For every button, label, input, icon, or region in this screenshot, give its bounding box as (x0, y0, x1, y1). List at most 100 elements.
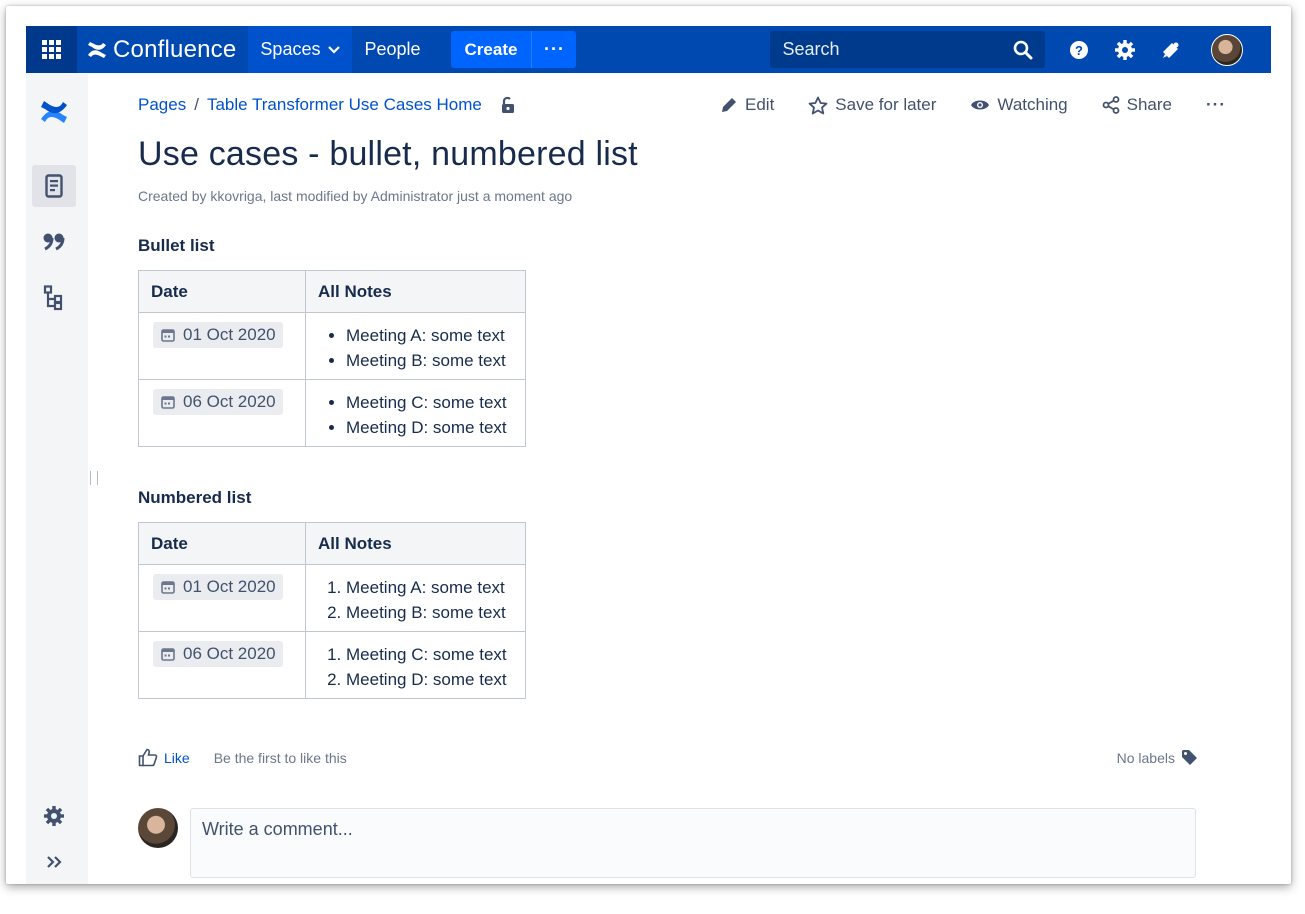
breadcrumb-pages-link[interactable]: Pages (138, 95, 186, 115)
confluence-logo-icon (88, 41, 106, 58)
comment-input[interactable]: Write a comment... (190, 808, 1196, 878)
like-bar: Like Be the first to like this No labels (138, 748, 1198, 767)
confluence-logo[interactable]: Confluence (77, 26, 249, 73)
settings-gear-icon[interactable] (1113, 38, 1137, 62)
star-icon (808, 96, 828, 114)
search-icon (1014, 40, 1033, 59)
column-header-date: Date (138, 522, 306, 565)
commenter-avatar (138, 808, 178, 848)
like-button[interactable]: Like (138, 748, 190, 767)
bullet-list: Meeting C: some text Meeting D: some tex… (306, 390, 525, 440)
column-header-notes: All Notes (305, 270, 526, 313)
chevron-down-icon (328, 45, 341, 54)
app-grid-icon (42, 40, 61, 59)
labels-area[interactable]: No labels (1117, 749, 1198, 766)
edit-label: Edit (745, 95, 775, 114)
date-text: 06 Oct 2020 (183, 392, 276, 411)
double-chevron-right-icon (47, 856, 62, 868)
people-label: People (364, 39, 421, 59)
thumbs-up-icon (138, 748, 158, 767)
breadcrumb-separator: / (194, 95, 199, 114)
list-item: Meeting B: some text (346, 600, 525, 625)
date-lozenge[interactable]: 01 Oct 2020 (153, 322, 283, 348)
list-item: Meeting A: some text (346, 323, 525, 348)
bullet-list-table: Date All Notes 01 Oct 2020 Meeting A: so… (138, 270, 526, 447)
sidebar-page-tree[interactable] (32, 277, 76, 319)
logo-text: Confluence (113, 35, 237, 63)
calendar-icon (161, 329, 175, 342)
table-row: 01 Oct 2020 Meeting A: some text Meeting… (138, 312, 526, 380)
unlock-icon[interactable] (500, 96, 516, 114)
no-labels-text: No labels (1116, 749, 1175, 766)
notes-cell: Meeting A: some text Meeting B: some tex… (305, 564, 526, 632)
page-byline: Created by kkovriga, last modified by Ad… (138, 188, 573, 204)
bullet-list-heading: Bullet list (138, 236, 215, 255)
list-item: Meeting A: some text (346, 575, 525, 600)
browser-frame: Confluence Spaces People Create ··· Sear… (6, 6, 1291, 884)
calendar-icon (161, 581, 175, 594)
date-cell: 01 Oct 2020 (138, 312, 306, 380)
edit-button[interactable]: Edit (720, 95, 774, 115)
create-more-button[interactable]: ··· (531, 31, 577, 68)
list-item: Meeting C: some text (346, 390, 525, 415)
space-settings-button[interactable] (32, 795, 76, 837)
date-cell: 06 Oct 2020 (138, 379, 306, 447)
notifications-megaphone-icon[interactable] (1159, 38, 1183, 62)
page-icon (45, 174, 63, 198)
column-header-notes: All Notes (305, 522, 526, 565)
gear-icon (44, 806, 64, 826)
sidebar-resize-handle[interactable] (90, 471, 98, 485)
watching-label: Watching (997, 95, 1068, 114)
breadcrumb-parent-link[interactable]: Table Transformer Use Cases Home (207, 95, 482, 115)
comment-placeholder: Write a comment... (202, 819, 353, 839)
share-button[interactable]: Share (1102, 95, 1172, 115)
calendar-icon (161, 396, 175, 409)
tag-icon (1182, 750, 1197, 765)
list-item: Meeting D: some text (346, 415, 525, 440)
eye-icon (971, 100, 990, 110)
search-input[interactable]: Search (770, 31, 1046, 68)
save-for-later-button[interactable]: Save for later (808, 95, 936, 115)
confluence-space-icon (41, 101, 67, 123)
watching-button[interactable]: Watching (970, 95, 1068, 115)
date-lozenge[interactable]: 01 Oct 2020 (153, 574, 283, 600)
date-lozenge[interactable]: 06 Oct 2020 (153, 641, 283, 667)
list-item: Meeting B: some text (346, 348, 525, 373)
numbered-list-heading: Numbered list (138, 488, 252, 507)
more-actions-button[interactable]: ··· (1206, 95, 1226, 115)
notes-cell: Meeting C: some text Meeting D: some tex… (305, 631, 526, 699)
list-item: Meeting C: some text (346, 642, 525, 667)
share-label: Share (1126, 95, 1173, 114)
numbered-list: Meeting A: some text Meeting B: some tex… (306, 575, 525, 625)
app-switcher-button[interactable] (26, 26, 77, 73)
spaces-menu[interactable]: Spaces (248, 26, 353, 73)
top-navigation: Confluence Spaces People Create ··· Sear… (26, 26, 1271, 73)
pencil-icon (722, 98, 736, 112)
table-row: 01 Oct 2020 Meeting A: some text Meeting… (138, 564, 526, 632)
page-tree-icon (43, 285, 63, 311)
first-like-text: Be the first to like this (213, 749, 347, 766)
date-cell: 01 Oct 2020 (138, 564, 306, 632)
like-label: Like (164, 749, 190, 766)
people-link[interactable]: People (352, 26, 432, 73)
sidebar-pages[interactable] (32, 165, 76, 207)
table-row: 06 Oct 2020 Meeting C: some text Meeting… (138, 631, 526, 699)
spaces-label: Spaces (260, 39, 321, 59)
space-logo-button[interactable] (32, 91, 76, 133)
create-group: Create ··· (450, 31, 577, 68)
save-for-later-label: Save for later (835, 95, 937, 114)
notes-cell: Meeting A: some text Meeting B: some tex… (305, 312, 526, 380)
sidebar-blog[interactable] (32, 221, 76, 263)
create-button[interactable]: Create (450, 31, 532, 68)
page-actions: Edit Save for later Watching Share ··· (720, 95, 1226, 115)
date-lozenge[interactable]: 06 Oct 2020 (153, 389, 283, 415)
date-text: 06 Oct 2020 (183, 644, 276, 663)
user-avatar[interactable] (1211, 33, 1244, 66)
bullet-list: Meeting A: some text Meeting B: some tex… (306, 323, 525, 373)
svg-text:?: ? (1075, 43, 1083, 58)
expand-sidebar-button[interactable] (32, 841, 76, 883)
share-icon (1102, 96, 1120, 114)
date-text: 01 Oct 2020 (183, 325, 276, 344)
help-icon[interactable]: ? (1067, 38, 1091, 62)
quote-icon (43, 233, 65, 251)
